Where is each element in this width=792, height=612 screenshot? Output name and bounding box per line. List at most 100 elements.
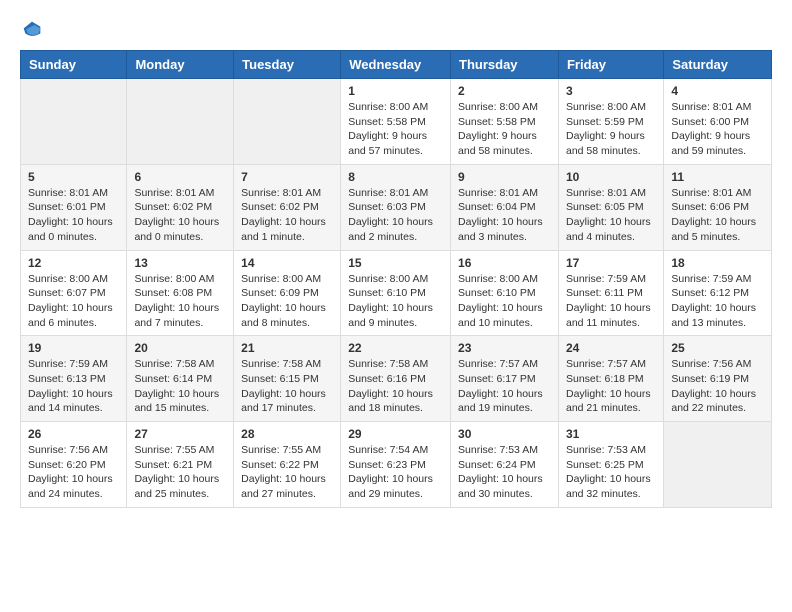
calendar-cell: 4 Sunrise: 8:01 AM Sunset: 6:00 PM Daylig…: [664, 79, 772, 165]
day-number: 4: [671, 84, 764, 98]
day-number: 7: [241, 170, 333, 184]
day-number: 18: [671, 256, 764, 270]
day-number: 17: [566, 256, 656, 270]
weekday-header-wednesday: Wednesday: [341, 51, 451, 79]
calendar-cell: 20 Sunrise: 7:58 AM Sunset: 6:14 PM Dayli…: [127, 336, 234, 422]
calendar-cell: 9 Sunrise: 8:01 AM Sunset: 6:04 PM Daylig…: [451, 164, 559, 250]
day-number: 20: [134, 341, 226, 355]
logo-icon: [22, 20, 42, 40]
day-info: Sunrise: 7:53 AM Sunset: 6:24 PM Dayligh…: [458, 443, 551, 502]
day-number: 3: [566, 84, 656, 98]
day-info: Sunrise: 8:01 AM Sunset: 6:01 PM Dayligh…: [28, 186, 119, 245]
day-number: 24: [566, 341, 656, 355]
day-info: Sunrise: 7:57 AM Sunset: 6:18 PM Dayligh…: [566, 357, 656, 416]
day-info: Sunrise: 7:54 AM Sunset: 6:23 PM Dayligh…: [348, 443, 443, 502]
weekday-header-friday: Friday: [558, 51, 663, 79]
day-info: Sunrise: 8:01 AM Sunset: 6:06 PM Dayligh…: [671, 186, 764, 245]
calendar-week-row: 12Sunrise: 8:00 AM Sunset: 6:07 PM Dayli…: [21, 250, 772, 336]
calendar-week-row: 1 Sunrise: 8:00 AM Sunset: 5:58 PM Daylig…: [21, 79, 772, 165]
calendar-cell: 31Sunrise: 7:53 AM Sunset: 6:25 PM Dayli…: [558, 422, 663, 508]
day-info: Sunrise: 7:59 AM Sunset: 6:11 PM Dayligh…: [566, 272, 656, 331]
calendar-week-row: 5 Sunrise: 8:01 AM Sunset: 6:01 PM Daylig…: [21, 164, 772, 250]
weekday-header-saturday: Saturday: [664, 51, 772, 79]
day-info: Sunrise: 7:55 AM Sunset: 6:21 PM Dayligh…: [134, 443, 226, 502]
day-info: Sunrise: 8:01 AM Sunset: 6:04 PM Dayligh…: [458, 186, 551, 245]
day-info: Sunrise: 7:58 AM Sunset: 6:14 PM Dayligh…: [134, 357, 226, 416]
day-number: 23: [458, 341, 551, 355]
day-number: 9: [458, 170, 551, 184]
day-info: Sunrise: 8:00 AM Sunset: 5:58 PM Dayligh…: [458, 100, 551, 159]
day-info: Sunrise: 7:56 AM Sunset: 6:19 PM Dayligh…: [671, 357, 764, 416]
calendar-cell: 15 Sunrise: 8:00 AM Sunset: 6:10 PM Dayli…: [341, 250, 451, 336]
day-number: 15: [348, 256, 443, 270]
calendar-cell: 8 Sunrise: 8:01 AM Sunset: 6:03 PM Daylig…: [341, 164, 451, 250]
calendar-cell: 24 Sunrise: 7:57 AM Sunset: 6:18 PM Dayli…: [558, 336, 663, 422]
day-info: Sunrise: 8:00 AM Sunset: 6:07 PM Dayligh…: [28, 272, 119, 331]
day-number: 27: [134, 427, 226, 441]
day-number: 6: [134, 170, 226, 184]
calendar-cell: 12Sunrise: 8:00 AM Sunset: 6:07 PM Dayli…: [21, 250, 127, 336]
day-number: 2: [458, 84, 551, 98]
day-info: Sunrise: 7:59 AM Sunset: 6:13 PM Dayligh…: [28, 357, 119, 416]
calendar-cell: 14Sunrise: 8:00 AM Sunset: 6:09 PM Dayli…: [234, 250, 341, 336]
calendar-cell: 23 Sunrise: 7:57 AM Sunset: 6:17 PM Dayli…: [451, 336, 559, 422]
day-number: 10: [566, 170, 656, 184]
calendar-cell: 29 Sunrise: 7:54 AM Sunset: 6:23 PM Dayli…: [341, 422, 451, 508]
calendar-cell: 27 Sunrise: 7:55 AM Sunset: 6:21 PM Dayli…: [127, 422, 234, 508]
weekday-header-row: SundayMondayTuesdayWednesdayThursdayFrid…: [21, 51, 772, 79]
day-number: 5: [28, 170, 119, 184]
day-number: 8: [348, 170, 443, 184]
calendar-cell: 17 Sunrise: 7:59 AM Sunset: 6:11 PM Dayli…: [558, 250, 663, 336]
calendar-cell: [21, 79, 127, 165]
day-number: 26: [28, 427, 119, 441]
day-number: 21: [241, 341, 333, 355]
calendar-cell: 26 Sunrise: 7:56 AM Sunset: 6:20 PM Dayli…: [21, 422, 127, 508]
calendar-cell: 6 Sunrise: 8:01 AM Sunset: 6:02 PM Daylig…: [127, 164, 234, 250]
day-info: Sunrise: 7:58 AM Sunset: 6:16 PM Dayligh…: [348, 357, 443, 416]
day-info: Sunrise: 8:00 AM Sunset: 6:08 PM Dayligh…: [134, 272, 226, 331]
day-info: Sunrise: 8:00 AM Sunset: 6:10 PM Dayligh…: [458, 272, 551, 331]
day-number: 30: [458, 427, 551, 441]
calendar-cell: 18Sunrise: 7:59 AM Sunset: 6:12 PM Dayli…: [664, 250, 772, 336]
day-info: Sunrise: 7:57 AM Sunset: 6:17 PM Dayligh…: [458, 357, 551, 416]
calendar-cell: 1Sunrise: 8:00 AM Sunset: 5:58 PM Daylig…: [341, 79, 451, 165]
calendar-cell: 16 Sunrise: 8:00 AM Sunset: 6:10 PM Dayli…: [451, 250, 559, 336]
calendar-cell: [234, 79, 341, 165]
day-number: 19: [28, 341, 119, 355]
calendar-cell: 5 Sunrise: 8:01 AM Sunset: 6:01 PM Daylig…: [21, 164, 127, 250]
calendar-cell: 13 Sunrise: 8:00 AM Sunset: 6:08 PM Dayli…: [127, 250, 234, 336]
calendar-week-row: 19 Sunrise: 7:59 AM Sunset: 6:13 PM Dayli…: [21, 336, 772, 422]
calendar-cell: 19 Sunrise: 7:59 AM Sunset: 6:13 PM Dayli…: [21, 336, 127, 422]
calendar-cell: 11 Sunrise: 8:01 AM Sunset: 6:06 PM Dayli…: [664, 164, 772, 250]
day-number: 11: [671, 170, 764, 184]
calendar-cell: 30 Sunrise: 7:53 AM Sunset: 6:24 PM Dayli…: [451, 422, 559, 508]
calendar-cell: [664, 422, 772, 508]
day-info: Sunrise: 8:01 AM Sunset: 6:05 PM Dayligh…: [566, 186, 656, 245]
day-info: Sunrise: 8:00 AM Sunset: 6:10 PM Dayligh…: [348, 272, 443, 331]
weekday-header-thursday: Thursday: [451, 51, 559, 79]
day-info: Sunrise: 7:56 AM Sunset: 6:20 PM Dayligh…: [28, 443, 119, 502]
day-number: 1: [348, 84, 443, 98]
day-number: 29: [348, 427, 443, 441]
day-info: Sunrise: 8:01 AM Sunset: 6:02 PM Dayligh…: [134, 186, 226, 245]
day-info: Sunrise: 8:01 AM Sunset: 6:02 PM Dayligh…: [241, 186, 333, 245]
calendar-cell: 25Sunrise: 7:56 AM Sunset: 6:19 PM Dayli…: [664, 336, 772, 422]
day-info: Sunrise: 8:00 AM Sunset: 5:59 PM Dayligh…: [566, 100, 656, 159]
day-number: 13: [134, 256, 226, 270]
weekday-header-sunday: Sunday: [21, 51, 127, 79]
day-info: Sunrise: 8:01 AM Sunset: 6:03 PM Dayligh…: [348, 186, 443, 245]
calendar-cell: [127, 79, 234, 165]
logo: [20, 20, 42, 40]
day-number: 22: [348, 341, 443, 355]
calendar-cell: 3 Sunrise: 8:00 AM Sunset: 5:59 PM Daylig…: [558, 79, 663, 165]
calendar-cell: 7 Sunrise: 8:01 AM Sunset: 6:02 PM Daylig…: [234, 164, 341, 250]
calendar-table: SundayMondayTuesdayWednesdayThursdayFrid…: [20, 50, 772, 508]
weekday-header-tuesday: Tuesday: [234, 51, 341, 79]
calendar-week-row: 26 Sunrise: 7:56 AM Sunset: 6:20 PM Dayli…: [21, 422, 772, 508]
day-info: Sunrise: 8:01 AM Sunset: 6:00 PM Dayligh…: [671, 100, 764, 159]
day-info: Sunrise: 8:00 AM Sunset: 6:09 PM Dayligh…: [241, 272, 333, 331]
weekday-header-monday: Monday: [127, 51, 234, 79]
calendar-cell: 2 Sunrise: 8:00 AM Sunset: 5:58 PM Daylig…: [451, 79, 559, 165]
day-number: 16: [458, 256, 551, 270]
day-info: Sunrise: 7:53 AM Sunset: 6:25 PM Dayligh…: [566, 443, 656, 502]
